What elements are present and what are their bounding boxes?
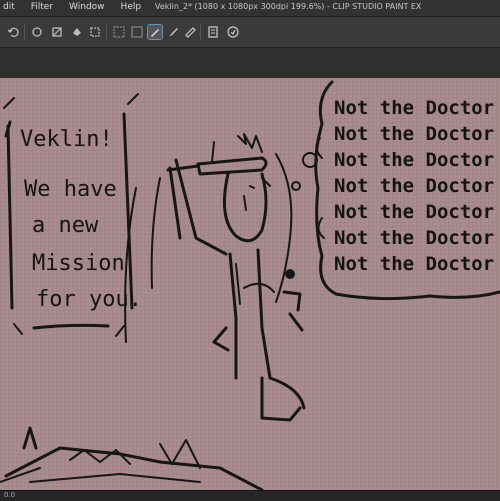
layer-icon[interactable] <box>206 25 220 39</box>
menu-filter[interactable]: Filter <box>28 1 56 13</box>
menu-bar: dit Filter Window Help <box>0 1 144 13</box>
thought-line-1: Not the Doctor <box>334 97 494 119</box>
character-sketch <box>124 133 306 422</box>
deselect-icon[interactable] <box>130 25 144 39</box>
drawing-canvas[interactable]: Veklin! We have a new Mission for you. N… <box>0 78 500 490</box>
brush-tool-icon[interactable] <box>166 25 180 39</box>
thought-line-2: Not the Doctor <box>334 123 494 145</box>
sign-line-1: Veklin! <box>20 127 113 152</box>
clear-icon[interactable] <box>50 25 64 39</box>
menu-window[interactable]: Window <box>66 1 108 13</box>
sign-line-4: Mission <box>32 251 125 276</box>
thought-line-3: Not the Doctor <box>334 149 494 171</box>
window-title: Veklin_2* (1080 x 1080px 300dpi 199.6%) … <box>155 2 422 11</box>
zoom-readout[interactable]: 0.0 <box>4 491 15 499</box>
title-bar: dit Filter Window Help Veklin_2* (1080 x… <box>0 0 500 17</box>
pen-tool-icon[interactable] <box>147 24 163 40</box>
sign-line-3: a new <box>32 213 99 238</box>
sign-line-2: We have <box>24 177 117 202</box>
thought-text: Not the Doctor Not the Doctor Not the Do… <box>334 97 494 275</box>
thought-line-6: Not the Doctor <box>334 227 494 249</box>
menu-help[interactable]: Help <box>118 1 145 13</box>
command-bar <box>0 17 500 48</box>
transform-icon[interactable] <box>88 25 102 39</box>
canvas-surround <box>0 48 500 78</box>
rotate-icon[interactable] <box>226 25 240 39</box>
eraser-tool-icon[interactable] <box>184 25 198 39</box>
menu-edit[interactable]: dit <box>0 1 18 13</box>
thought-line-4: Not the Doctor <box>334 175 494 197</box>
undo-icon[interactable] <box>6 25 20 39</box>
fill-icon[interactable] <box>70 25 84 39</box>
sign-text: Veklin! We have a new Mission for you. <box>20 127 142 312</box>
hide-selection-icon[interactable] <box>112 25 126 39</box>
status-bar: 0.0 <box>0 490 500 501</box>
bottom-scribble <box>0 426 264 490</box>
thought-line-7: Not the Doctor <box>334 253 494 275</box>
sketch-artwork: Veklin! We have a new Mission for you. N… <box>0 80 500 490</box>
redo-icon[interactable] <box>30 25 44 39</box>
thought-line-5: Not the Doctor <box>334 201 494 223</box>
